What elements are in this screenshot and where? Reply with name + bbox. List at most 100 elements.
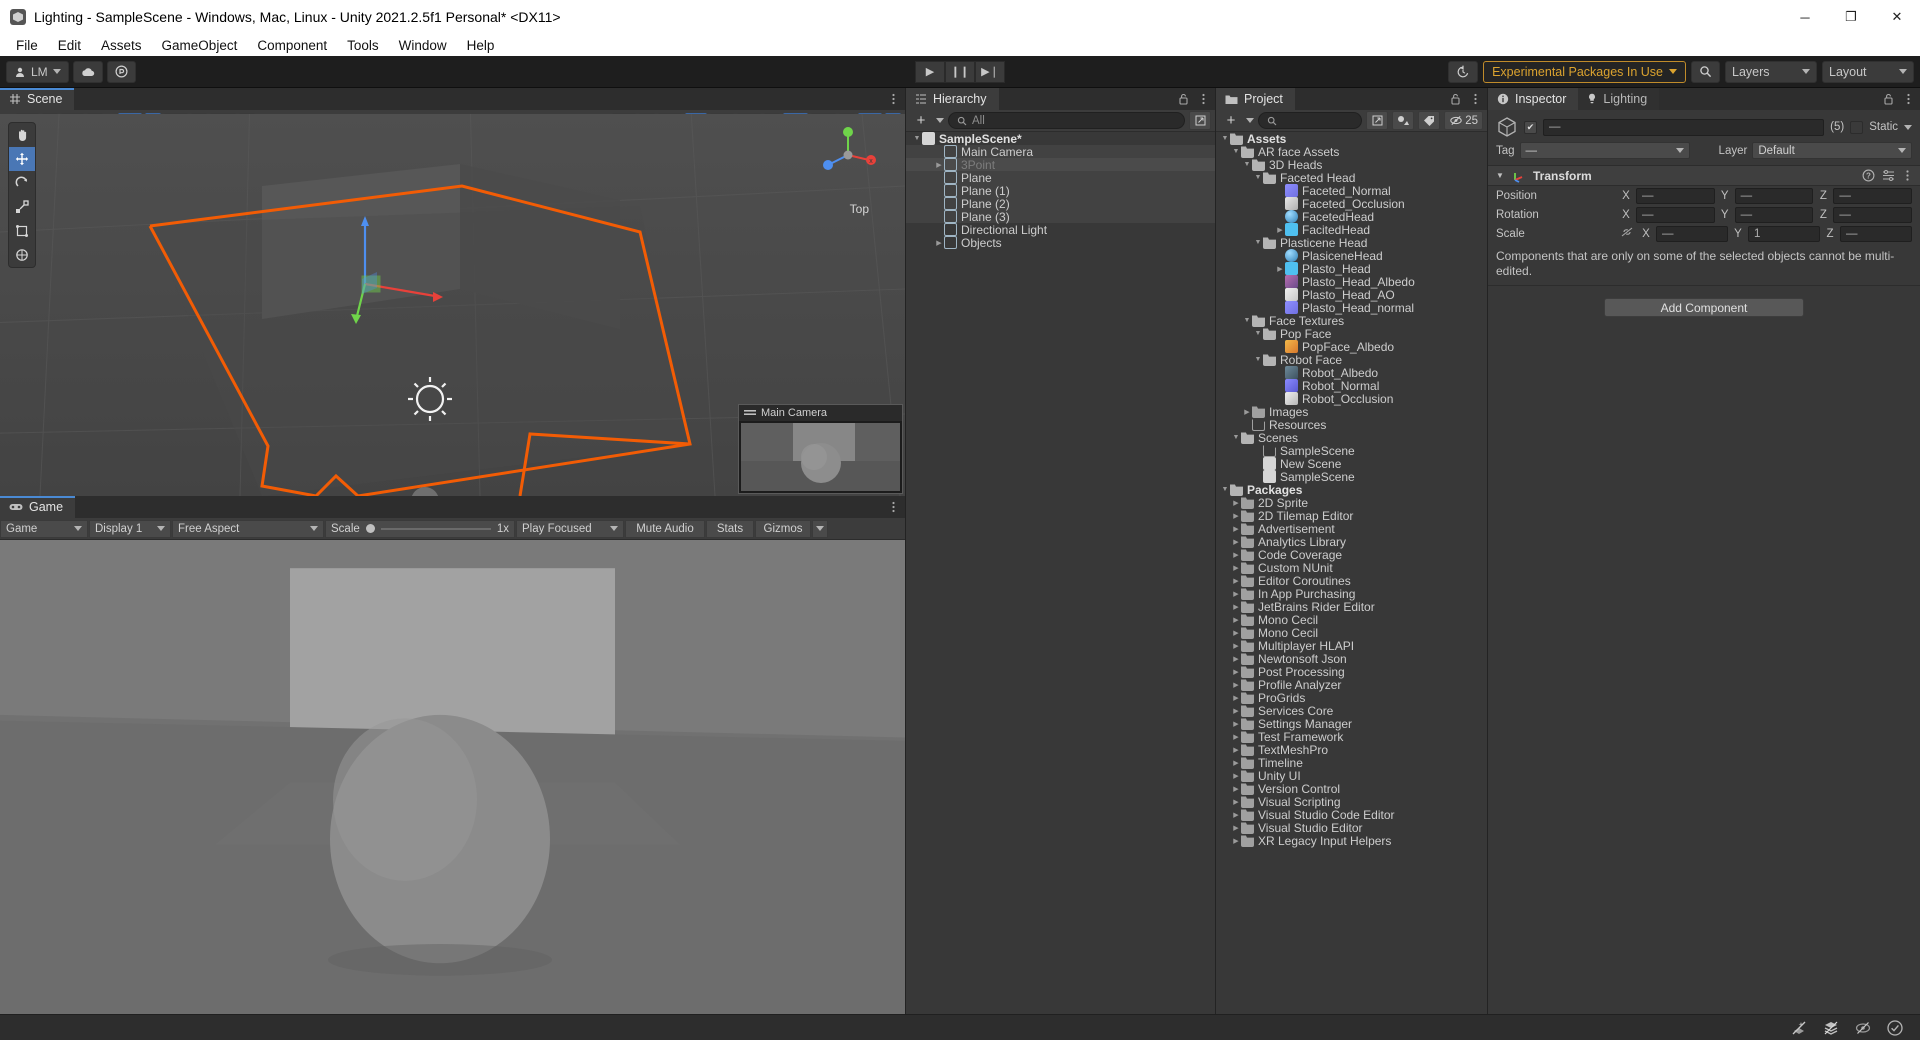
no-preview-icon[interactable] <box>1854 1019 1872 1037</box>
hierarchy-item-row[interactable]: Plane (1) <box>906 184 1215 198</box>
project-search-input[interactable] <box>1258 112 1363 129</box>
game-scale-slider[interactable]: Scale 1x <box>325 519 515 538</box>
kebab-icon[interactable] <box>888 501 899 513</box>
project-add-button[interactable]: + <box>1220 111 1242 130</box>
chevron-down-icon[interactable] <box>1242 317 1252 324</box>
chevron-right-icon[interactable] <box>1275 265 1285 273</box>
kebab-icon[interactable] <box>1902 169 1913 182</box>
project-item-row[interactable]: Advertisement <box>1216 522 1487 536</box>
transform-rotation-x-input[interactable]: — <box>1636 206 1715 223</box>
object-name-input[interactable]: — <box>1543 118 1825 136</box>
project-item-row[interactable]: New Scene <box>1216 457 1487 471</box>
transform-tool-button[interactable] <box>9 243 35 267</box>
scale-slider-handle[interactable] <box>365 524 375 533</box>
chevron-down-icon[interactable] <box>1220 135 1230 142</box>
hierarchy-expand-button[interactable] <box>1189 111 1211 130</box>
pause-button[interactable]: ❙❙ <box>945 60 975 83</box>
project-item-row[interactable]: 2D Sprite <box>1216 496 1487 510</box>
preset-icon[interactable] <box>1882 169 1895 182</box>
project-item-row[interactable]: Pop Face <box>1216 327 1487 341</box>
chevron-right-icon[interactable] <box>934 161 944 169</box>
hierarchy-item-row[interactable]: SampleScene* <box>906 132 1215 146</box>
chevron-right-icon[interactable] <box>1231 707 1241 715</box>
project-item-row[interactable]: Faceted_Normal <box>1216 184 1487 198</box>
transform-scale-z-input[interactable]: — <box>1840 225 1912 242</box>
project-item-row[interactable]: Mono Cecil <box>1216 626 1487 640</box>
no-particles-icon[interactable] <box>1790 1019 1808 1037</box>
menu-file[interactable]: File <box>6 37 48 54</box>
hierarchy-item-row[interactable]: Main Camera <box>906 145 1215 159</box>
project-item-row[interactable]: Post Processing <box>1216 665 1487 679</box>
scale-slider-track[interactable] <box>380 527 491 530</box>
chevron-down-icon[interactable] <box>1495 171 1505 180</box>
hierarchy-item-row[interactable]: Plane (2) <box>906 197 1215 211</box>
lock-icon[interactable] <box>1883 93 1894 105</box>
transform-scale-y-input[interactable]: 1 <box>1748 225 1820 242</box>
chevron-right-icon[interactable] <box>1231 720 1241 728</box>
view-orientation-gizmo[interactable]: x <box>817 124 879 186</box>
project-item-row[interactable]: Plasto_Head_Albedo <box>1216 275 1487 289</box>
account-button[interactable]: LM <box>6 60 69 83</box>
project-item-row[interactable]: Unity UI <box>1216 769 1487 783</box>
game-aspect-dropdown[interactable]: Free Aspect <box>172 519 324 538</box>
project-item-row[interactable]: Mono Cecil <box>1216 613 1487 627</box>
chevron-down-icon[interactable] <box>1253 174 1263 181</box>
hierarchy-tree[interactable]: SampleScene*Main Camera3PointPlanePlane … <box>906 132 1215 1014</box>
project-item-row[interactable]: 3D Heads <box>1216 158 1487 172</box>
game-display-dropdown[interactable]: Display 1 <box>89 519 171 538</box>
project-item-row[interactable]: Scenes <box>1216 431 1487 445</box>
check-circle-icon[interactable] <box>1886 1019 1904 1037</box>
scene-canvas[interactable]: x Top Main Camera <box>0 114 905 496</box>
no-layers-icon[interactable] <box>1822 1019 1840 1037</box>
chevron-down-icon[interactable] <box>912 135 922 142</box>
chevron-down-icon[interactable] <box>1231 148 1241 155</box>
project-item-row[interactable]: In App Purchasing <box>1216 587 1487 601</box>
project-item-row[interactable]: Visual Scripting <box>1216 795 1487 809</box>
menu-tools[interactable]: Tools <box>337 37 389 54</box>
chevron-down-icon[interactable] <box>936 118 944 123</box>
transform-position-x-input[interactable]: — <box>1636 187 1715 204</box>
chevron-right-icon[interactable] <box>1231 577 1241 585</box>
project-item-row[interactable]: ProGrids <box>1216 691 1487 705</box>
chevron-right-icon[interactable] <box>1231 759 1241 767</box>
chevron-right-icon[interactable] <box>1231 603 1241 611</box>
game-gizmos-dropdown[interactable] <box>812 519 828 538</box>
move-tool-button[interactable] <box>9 147 35 171</box>
project-item-row[interactable]: Plasto_Head_normal <box>1216 301 1487 315</box>
layer-dropdown[interactable]: Default <box>1752 142 1912 159</box>
project-item-row[interactable]: SampleScene <box>1216 470 1487 484</box>
hierarchy-search-input[interactable]: All <box>948 112 1185 129</box>
project-item-row[interactable]: Newtonsoft Json <box>1216 652 1487 666</box>
tab-project[interactable]: Project <box>1216 88 1295 110</box>
layers-dropdown[interactable]: Layers <box>1725 60 1817 83</box>
chevron-right-icon[interactable] <box>1275 226 1285 234</box>
chevron-right-icon[interactable] <box>1231 837 1241 845</box>
tab-inspector[interactable]: Inspector <box>1488 88 1579 110</box>
project-item-row[interactable]: Robot_Normal <box>1216 379 1487 393</box>
chevron-right-icon[interactable] <box>1231 811 1241 819</box>
project-item-row[interactable]: Plasticene Head <box>1216 236 1487 250</box>
project-item-row[interactable]: Profile Analyzer <box>1216 678 1487 692</box>
chevron-right-icon[interactable] <box>1231 551 1241 559</box>
project-item-row[interactable]: Analytics Library <box>1216 535 1487 549</box>
transform-position-z-input[interactable]: — <box>1833 187 1913 204</box>
scale-tool-button[interactable] <box>9 195 35 219</box>
tab-hierarchy[interactable]: Hierarchy <box>906 88 999 110</box>
menu-assets[interactable]: Assets <box>91 37 152 54</box>
chevron-right-icon[interactable] <box>1231 746 1241 754</box>
search-button[interactable] <box>1691 60 1720 83</box>
chevron-right-icon[interactable] <box>1231 798 1241 806</box>
chevron-right-icon[interactable] <box>1231 681 1241 689</box>
project-item-row[interactable]: SampleScene <box>1216 444 1487 458</box>
game-mute-audio-button[interactable]: Mute Audio <box>625 519 705 538</box>
chevron-down-icon[interactable] <box>1253 356 1263 363</box>
project-item-row[interactable]: Plasto_Head <box>1216 262 1487 276</box>
project-item-row[interactable]: Robot_Albedo <box>1216 366 1487 380</box>
view-orientation-label[interactable]: Top <box>850 202 869 216</box>
chevron-right-icon[interactable] <box>1231 785 1241 793</box>
chevron-right-icon[interactable] <box>1231 564 1241 572</box>
undo-history-button[interactable] <box>1448 60 1479 83</box>
project-item-row[interactable]: Resources <box>1216 418 1487 432</box>
project-item-row[interactable]: Editor Coroutines <box>1216 574 1487 588</box>
chevron-down-icon[interactable] <box>1253 330 1263 337</box>
